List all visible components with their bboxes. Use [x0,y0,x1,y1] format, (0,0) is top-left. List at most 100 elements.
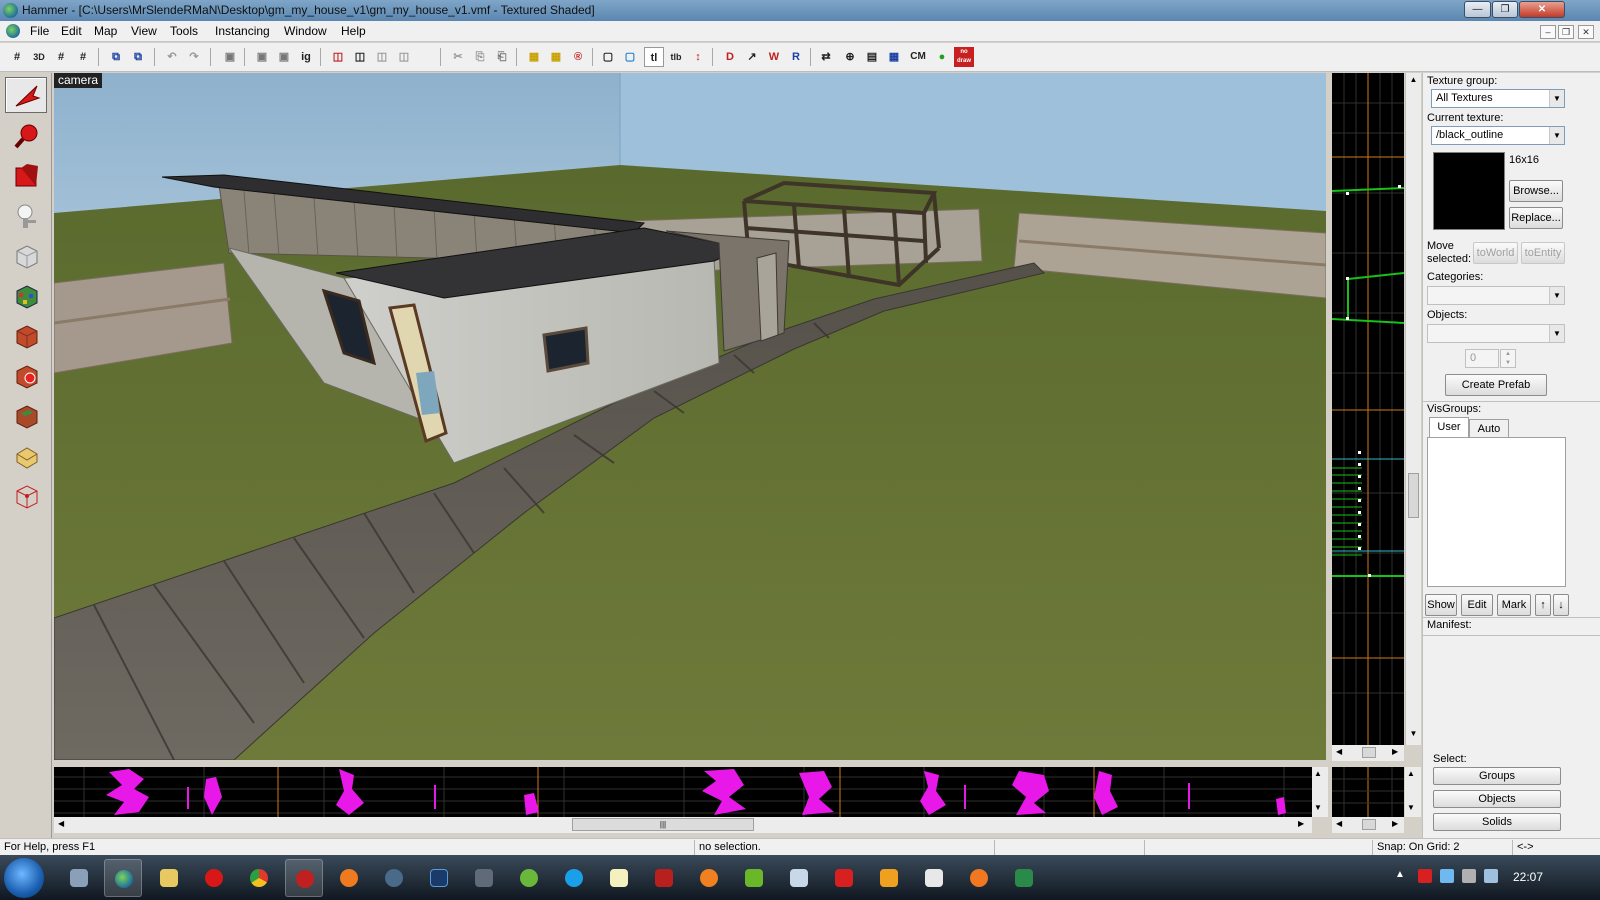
scroll-right-arrow-icon[interactable]: ▶ [1392,819,1398,828]
top-viewport-vscrollbar[interactable]: ▲ ▼ [1405,767,1421,817]
selection-mode-solids-button[interactable]: ▣ [274,47,294,67]
taskbar-command-icon[interactable] [780,859,818,897]
entity-tool-button[interactable] [5,197,47,233]
document-icon[interactable] [6,24,20,38]
close-window-button[interactable]: ✕ [1519,1,1565,18]
menu-file[interactable]: File [30,24,49,38]
apply-decals-tool-button[interactable] [5,357,47,393]
scroll-right-arrow-icon[interactable]: ▶ [1392,747,1398,756]
spin-arrows-icon[interactable]: ▲ ▼ [1500,349,1516,368]
nodraw-button[interactable]: no draw [954,47,974,67]
toolbar-button-22[interactable]: ▢ [598,47,618,67]
tray-expand-icon[interactable]: ▲ [1395,869,1409,883]
group-button[interactable]: ⧉ [128,47,148,67]
create-prefab-button[interactable]: Create Prefab [1445,374,1547,396]
taskbar-aegisub-icon[interactable] [1005,859,1043,897]
camera-tool-button[interactable] [5,157,47,193]
front-viewport-hscrollbar[interactable]: ◀ ||| ▶ [54,817,1312,833]
current-texture-select[interactable]: /black_outline ▼ [1431,126,1565,145]
toolbar-button-31[interactable]: ⇄ [816,47,836,67]
categories-select[interactable]: ▼ [1427,286,1565,305]
menu-map[interactable]: Map [94,24,117,38]
hide-items-button[interactable]: ▣ [220,47,240,67]
scroll-left-arrow-icon[interactable]: ◀ [58,819,64,828]
tray-network-icon[interactable] [1440,869,1454,883]
top-2d-viewport[interactable] [1332,767,1404,817]
visgroup-edit-button[interactable]: Edit [1461,594,1493,616]
scroll-up-arrow-icon[interactable]: ▲ [1407,75,1420,85]
objects-spin-input[interactable]: 0 [1465,349,1499,368]
taskbar-acrobat-icon[interactable] [825,859,863,897]
toolbar-button-19[interactable]: ▦ [524,47,544,67]
toolbar-button-26[interactable]: ↕ [688,47,708,67]
tray-app-icon[interactable] [1484,869,1498,883]
scrollbar-thumb[interactable]: ||| [572,818,754,831]
taskbar-cube-icon[interactable] [915,859,953,897]
scrollbar-thumb[interactable] [1362,819,1376,830]
taskbar-hammer-icon[interactable] [104,859,142,897]
block-tool-button[interactable] [5,237,47,273]
taskbar-origin-icon[interactable] [330,859,368,897]
taskbar-opera-icon[interactable] [195,859,233,897]
smaller-grid-button[interactable]: # [51,47,71,67]
taskbar-desktop-icon[interactable] [60,859,98,897]
taskbar-steam-icon[interactable] [375,859,413,897]
scroll-up-arrow-icon[interactable]: ▲ [1314,769,1322,778]
selection-mode-button[interactable]: ▣ [252,47,272,67]
menu-view[interactable]: View [131,24,157,38]
toolbar-button-34[interactable]: ▦ [884,47,904,67]
scrollbar-thumb[interactable] [1362,747,1376,758]
side-viewport-hscrollbar[interactable]: ◀ ▶ [1332,745,1404,761]
taskbar-chrome-icon[interactable] [240,859,278,897]
taskbar-explorer-icon[interactable] [150,859,188,897]
toolbar-button-24[interactable]: tl [644,47,664,67]
hammer-app-icon[interactable] [3,3,18,18]
toolbar-button-30[interactable]: R [786,47,806,67]
toolbar-button-21[interactable]: ® [568,47,588,67]
taskbar-notepad-icon[interactable] [600,859,638,897]
taskbar-kh-icon[interactable] [870,859,908,897]
taskbar-photoshop-icon[interactable] [420,859,458,897]
scroll-up-arrow-icon[interactable]: ▲ [1407,769,1415,778]
texture-lock-button[interactable]: ◫ [328,47,348,67]
selection-tool-button[interactable] [5,77,47,113]
texture-group-select[interactable]: All Textures ▼ [1431,89,1565,108]
side-viewport-scrollbar[interactable]: ▲ ▼ [1405,73,1421,745]
taskbar-utorrent-icon[interactable] [510,859,548,897]
minimize-window-button[interactable]: — [1464,1,1491,18]
scroll-down-arrow-icon[interactable]: ▼ [1407,729,1420,739]
menu-instancing[interactable]: Instancing [215,24,270,38]
texture-preview[interactable] [1433,152,1505,230]
toolbar-button-20[interactable]: ▦ [546,47,566,67]
move-down-arrow-icon[interactable]: ↓ [1553,594,1569,616]
maximize-window-button[interactable]: ❐ [1492,1,1518,18]
select-solids-button[interactable]: Solids [1433,813,1561,831]
toolbar-button-36[interactable]: ● [932,47,952,67]
visgroup-mark-button[interactable]: Mark [1497,594,1531,616]
front-2d-viewport[interactable] [54,767,1312,817]
scroll-down-arrow-icon[interactable]: ▼ [1314,803,1322,812]
magnify-tool-button[interactable] [5,117,47,153]
ignore-groups-button[interactable]: ig [296,47,316,67]
copy-button[interactable]: ⎘ [470,47,490,67]
cut-button[interactable]: ✂ [448,47,468,67]
toolbar-button-29[interactable]: W [764,47,784,67]
larger-grid-button[interactable]: # [73,47,93,67]
toolbar-button-32[interactable]: ⊕ [840,47,860,67]
texture-scaling-lock-button[interactable]: ◫ [350,47,370,67]
menu-help[interactable]: Help [341,24,366,38]
front-viewport-vscrollbar[interactable]: ▲ ▼ [1312,767,1328,817]
menu-window[interactable]: Window [284,24,327,38]
paste-button[interactable]: ⎗ [492,47,512,67]
to-entity-button[interactable]: toEntity [1521,242,1565,264]
tray-flag-icon[interactable] [1418,869,1432,883]
tab-visgroups-user[interactable]: User [1429,417,1469,437]
taskbar-nvidia-icon[interactable] [735,859,773,897]
to-world-button[interactable]: toWorld [1473,242,1518,264]
carve-button[interactable]: ⧉ [106,47,126,67]
toolbar-button-28[interactable]: ↗ [742,47,762,67]
top-viewport-hscrollbar[interactable]: ◀ ▶ [1332,817,1404,833]
browse-button[interactable]: Browse... [1509,180,1563,202]
taskbar-clock[interactable]: 22:07 [1513,870,1543,884]
mdi-minimize-button[interactable]: – [1540,25,1556,39]
